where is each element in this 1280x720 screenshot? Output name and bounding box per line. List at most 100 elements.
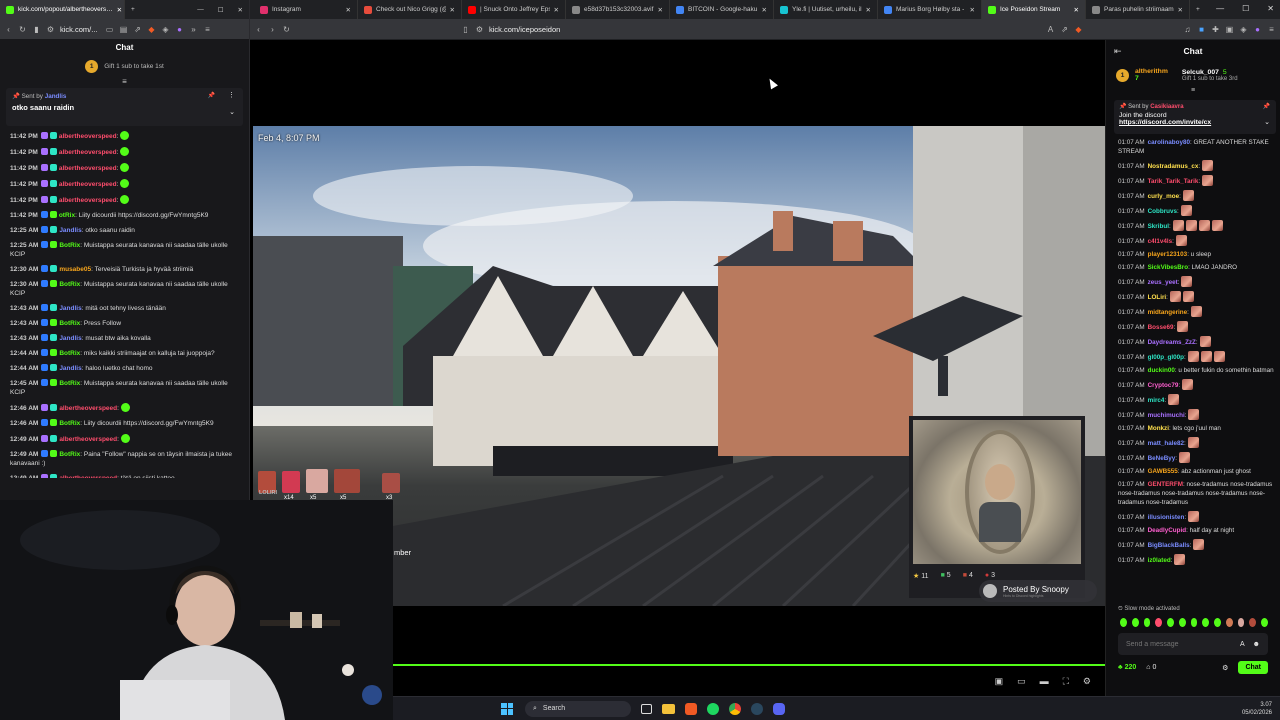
close-tab-icon[interactable]: ✕	[554, 6, 559, 14]
brave-shield-icon[interactable]: ◆	[1074, 25, 1083, 34]
message-username[interactable]: Jandlis	[59, 335, 81, 342]
emote-icon[interactable]	[1261, 618, 1268, 627]
message-username[interactable]: musabe05	[59, 266, 91, 273]
emote-icon[interactable]	[1225, 618, 1233, 627]
gift-icon[interactable]: ⌂	[1146, 664, 1150, 671]
browser-tab[interactable]: Ice Poseidon Stream ✕	[982, 0, 1086, 19]
chat-input[interactable]	[1126, 640, 1240, 648]
message-username[interactable]: Jandlis	[59, 227, 81, 234]
pin-toggle-icon[interactable]: 📌	[208, 92, 215, 99]
more-options-icon[interactable]: ⋮	[228, 91, 235, 99]
site-info-icon[interactable]: ⚙	[46, 25, 55, 34]
shield-icon[interactable]: ◈	[1239, 25, 1248, 34]
extensions-icon[interactable]: ✚	[1211, 25, 1220, 34]
folder-icon[interactable]: ■	[1197, 25, 1206, 34]
browser-tab[interactable]: | Snuck Onto Jeffrey Epstein ✕	[462, 0, 566, 19]
discord-icon[interactable]	[773, 702, 785, 715]
message-username[interactable]: GENTERFM	[1148, 481, 1183, 488]
browser-tab[interactable]: Yle.fi | Uutiset, urheilu, ilmiöt ✕	[774, 0, 878, 19]
emote-icon[interactable]	[1249, 618, 1257, 627]
profile-icon[interactable]: ●	[175, 25, 184, 34]
message-username[interactable]: iz0lated	[1148, 557, 1171, 564]
emote-icon[interactable]	[1120, 618, 1127, 627]
close-icon[interactable]: ✕	[238, 6, 243, 14]
emote-icon[interactable]	[1190, 618, 1198, 627]
emote-icon[interactable]	[1167, 618, 1174, 627]
pinned-link[interactable]: https://discord.com/invite/cx	[1119, 119, 1271, 126]
message-username[interactable]: midtangerine	[1148, 309, 1188, 316]
emoji-icon[interactable]: ☻	[1253, 641, 1260, 648]
message-username[interactable]: muchimuchi	[1148, 412, 1185, 419]
expand-icon[interactable]: »	[189, 25, 198, 34]
chrome-icon[interactable]	[729, 702, 741, 715]
emote-icon[interactable]	[1202, 618, 1210, 627]
site-info-icon[interactable]: ⚙	[475, 25, 484, 34]
message-username[interactable]: albertheoverspeed	[59, 149, 117, 156]
popout-tab[interactable]: kick.com/popout/albertheovers… ✕	[0, 0, 125, 19]
message-username[interactable]: otRix	[59, 212, 75, 219]
video-progress-bar[interactable]	[393, 664, 1105, 666]
pinned-message[interactable]: 📌 Sent by Jandlis otko saanu raidin 📌 ⋮ …	[6, 88, 243, 126]
message-username[interactable]: albertheoverspeed	[59, 165, 117, 172]
unpin-icon[interactable]: 📌	[1263, 103, 1270, 110]
message-username[interactable]: Daydreams_ZzZ	[1148, 339, 1196, 346]
close-icon[interactable]: ✕	[1267, 4, 1274, 13]
address-bar[interactable]: kick.com/iceposeidon	[489, 25, 1041, 34]
translate-icon[interactable]: A	[1046, 25, 1055, 34]
chat-input-box[interactable]: A ☻	[1118, 633, 1268, 655]
message-username[interactable]: illusionisten	[1148, 514, 1185, 521]
message-username[interactable]: LOLiri	[1148, 294, 1167, 301]
message-username[interactable]: gl00p_gl00p	[1148, 354, 1184, 361]
close-tab-icon[interactable]: ✕	[346, 6, 351, 14]
bookmark-icon[interactable]: ▮	[32, 25, 41, 34]
forward-icon[interactable]: ›	[268, 25, 277, 34]
browser-tab[interactable]: Marius Borg Høiby sta - Goo ✕	[878, 0, 982, 19]
message-username[interactable]: BotRix	[59, 281, 80, 288]
message-username[interactable]: DeadlyCupid	[1148, 527, 1187, 534]
message-username[interactable]: GAWB555	[1148, 468, 1178, 475]
message-username[interactable]: Bosse69	[1148, 324, 1174, 331]
close-tab-icon[interactable]: ✕	[450, 6, 455, 14]
steam-icon[interactable]	[751, 702, 763, 715]
share-icon[interactable]: ⇗	[1060, 25, 1069, 34]
emote-icon[interactable]	[1178, 618, 1186, 627]
message-username[interactable]: Jandlis	[59, 305, 81, 312]
message-username[interactable]: albertheoverspeed	[59, 197, 117, 204]
message-username[interactable]: albertheoverspeed	[59, 181, 117, 188]
message-username[interactable]: albertheoverspeed	[59, 405, 117, 412]
message-username[interactable]: mirc4	[1148, 397, 1165, 404]
message-username[interactable]: Tarik_Tarik_Tarik	[1148, 178, 1199, 185]
message-username[interactable]: BeNeByy	[1148, 455, 1176, 462]
new-tab-button[interactable]: +	[1190, 6, 1206, 13]
close-tab-icon[interactable]: ✕	[658, 6, 663, 14]
spotify-icon[interactable]	[707, 702, 719, 715]
message-username[interactable]: Cryptoc79	[1148, 382, 1179, 389]
message-username[interactable]: SickVibesBro	[1148, 264, 1188, 271]
fullscreen-icon[interactable]: ⛶	[1063, 676, 1069, 687]
bookmark-icon[interactable]: ▯	[461, 25, 470, 34]
message-username[interactable]: albertheoverspeed	[59, 436, 117, 443]
translate-icon[interactable]: A	[1240, 641, 1245, 648]
music-icon[interactable]: ♫	[1183, 25, 1192, 34]
message-username[interactable]: BigBlackBalls	[1148, 542, 1190, 549]
browser-tab[interactable]: Check out Nico Grigg (@nico ✕	[358, 0, 462, 19]
browser-tab[interactable]: e58d37b153c32003.avif (161… ✕	[566, 0, 670, 19]
collapse-icon[interactable]: ≡	[1106, 87, 1280, 96]
minimize-icon[interactable]: —	[197, 6, 204, 14]
message-username[interactable]: BotRix	[59, 242, 80, 249]
start-icon[interactable]	[501, 702, 513, 715]
new-tab-button[interactable]: +	[125, 6, 141, 13]
emote-icon[interactable]	[1155, 618, 1163, 627]
settings-gear-icon[interactable]: ⚙	[1083, 676, 1091, 687]
menu-icon[interactable]: ≡	[203, 25, 212, 34]
emote-icon[interactable]	[1237, 618, 1245, 627]
reload-icon[interactable]: ↻	[282, 25, 291, 34]
brave-browser-icon[interactable]	[685, 702, 697, 715]
leader-user[interactable]: Selcuk_007	[1182, 69, 1219, 76]
message-username[interactable]: albertheoverspeed	[59, 475, 117, 478]
message-username[interactable]: Skribul	[1148, 223, 1169, 230]
close-tab-icon[interactable]: ✕	[1074, 6, 1079, 14]
reload-icon[interactable]: ↻	[18, 25, 27, 34]
browser-tab[interactable]: BITCOIN - Google-haku ✕	[670, 0, 774, 19]
message-username[interactable]: BotRix	[59, 420, 80, 427]
